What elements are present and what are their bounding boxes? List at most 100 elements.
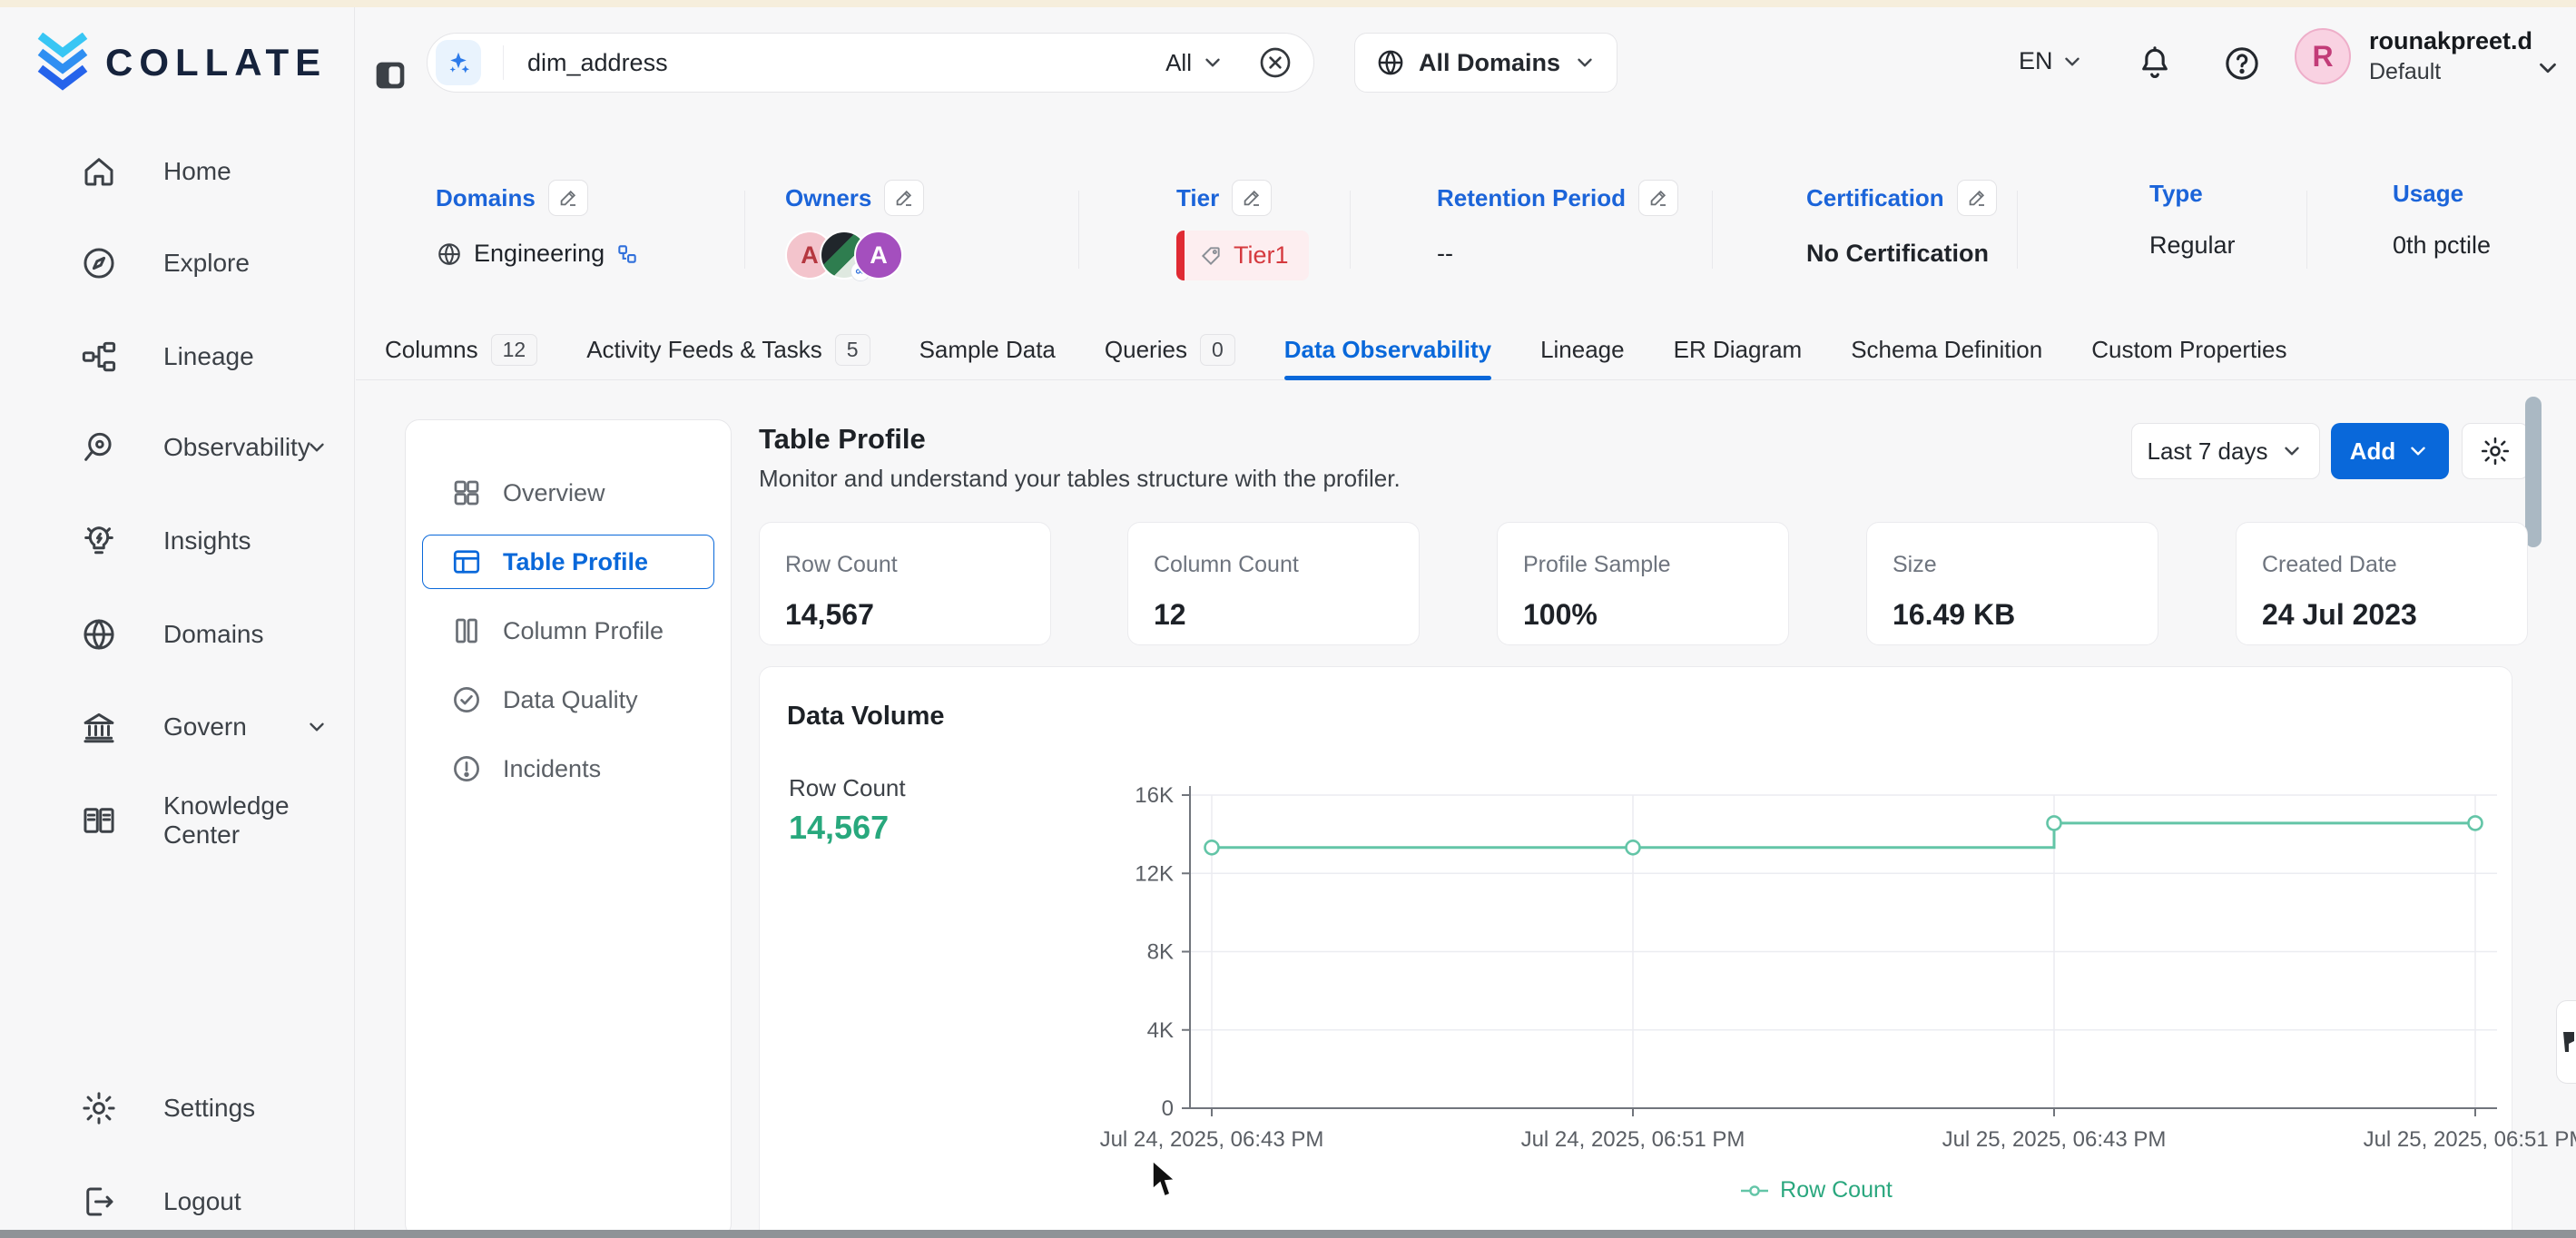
user-menu[interactable]: R rounakpreet.d Default	[2295, 27, 2532, 85]
time-range-value: Last 7 days	[2148, 437, 2268, 466]
profiler-subnav: Overview Table Profile Column Profile Da…	[405, 419, 732, 1238]
subnav-item-column-profile[interactable]: Column Profile	[422, 604, 714, 658]
compass-icon	[80, 244, 118, 282]
stat-size: Size16.49 KB	[1866, 522, 2158, 645]
sidebar-item-settings[interactable]: Settings	[0, 1082, 354, 1135]
edit-domains-button[interactable]	[548, 180, 588, 216]
time-range-dropdown[interactable]: Last 7 days	[2131, 423, 2320, 479]
meta-label[interactable]: Certification	[1806, 184, 1944, 212]
meta-label[interactable]: Tier	[1176, 184, 1219, 212]
subnav-item-overview[interactable]: Overview	[422, 466, 714, 520]
sidebar-item-domains[interactable]: Domains	[0, 608, 354, 661]
brand-wordmark: COLLATE	[105, 41, 327, 84]
page-title: Table Profile	[759, 423, 926, 456]
book-icon	[80, 801, 118, 840]
svg-text:0: 0	[1162, 1096, 1174, 1121]
sidebar-item-explore[interactable]: Explore	[0, 237, 354, 290]
sidebar-label: Explore	[163, 249, 250, 278]
sidebar-item-insights[interactable]: Insights	[0, 515, 354, 567]
subnav-label: Incidents	[503, 755, 601, 783]
legend-label: Row Count	[1780, 1177, 1893, 1204]
sidebar-label: Home	[163, 157, 231, 186]
stat-row-count: Row Count14,567	[759, 522, 1051, 645]
logout-icon	[80, 1183, 118, 1221]
help-icon[interactable]	[2222, 44, 2262, 84]
ai-sparkle-icon	[436, 40, 481, 85]
window-top-edge	[0, 0, 2576, 7]
divider	[1078, 191, 1079, 269]
observability-icon	[80, 428, 118, 467]
avatar: R	[2295, 28, 2351, 84]
search-input[interactable]: dim_address	[503, 45, 1165, 80]
data-volume-card: Data Volume Row Count 14,567 04K8K12K16K…	[759, 666, 2512, 1238]
tab-lineage[interactable]: Lineage	[1540, 319, 1625, 379]
edit-tier-button[interactable]	[1232, 180, 1272, 216]
search-clear-icon[interactable]	[1257, 44, 1293, 81]
meta-label[interactable]: Owners	[785, 184, 871, 212]
insights-icon	[80, 522, 118, 560]
meta-label[interactable]: Retention Period	[1437, 184, 1626, 212]
globe-icon	[80, 615, 118, 653]
tab-columns[interactable]: Columns12	[385, 319, 537, 379]
notifications-bell-icon[interactable]	[2135, 44, 2175, 84]
meta-type: Type Regular	[2149, 180, 2236, 260]
chart-title: Data Volume	[787, 702, 945, 732]
divider	[2306, 191, 2307, 269]
collate-logo[interactable]: COLLATE	[34, 33, 327, 93]
svg-text:Jul 24, 2025, 06:43 PM: Jul 24, 2025, 06:43 PM	[1100, 1127, 1324, 1152]
table-icon	[450, 545, 483, 578]
svg-text:16K: 16K	[1135, 783, 1174, 808]
search-scope-dropdown[interactable]: All	[1165, 49, 1224, 77]
gear-icon	[80, 1089, 118, 1127]
tier-badge[interactable]: Tier1	[1176, 231, 1309, 280]
meta-label: Type	[2149, 180, 2203, 208]
tab-custom-properties[interactable]: Custom Properties	[2091, 319, 2286, 379]
tab-sample-data[interactable]: Sample Data	[919, 319, 1056, 379]
edit-certification-button[interactable]	[1957, 180, 1997, 216]
domain-value[interactable]: Engineering	[474, 240, 605, 268]
sidebar-item-logout[interactable]: Logout	[0, 1175, 354, 1228]
pencil-icon	[1966, 187, 1988, 209]
svg-text:12K: 12K	[1135, 861, 1174, 886]
chart-legend[interactable]: Row Count	[1108, 1177, 2524, 1204]
scrollbar[interactable]	[2525, 397, 2542, 547]
add-button[interactable]: Add	[2331, 423, 2449, 479]
tab-er-diagram[interactable]: ER Diagram	[1674, 319, 1803, 379]
pencil-icon	[1241, 187, 1263, 209]
language-dropdown[interactable]: EN	[2019, 47, 2084, 75]
meta-label[interactable]: Domains	[436, 184, 536, 212]
row-count-line-chart[interactable]: 04K8K12K16KJul 24, 2025, 06:43 PMJul 24,…	[1108, 754, 2524, 1172]
tab-data-observability[interactable]: Data Observability	[1284, 319, 1491, 379]
sidebar-item-knowledge-center[interactable]: Knowledge Center	[0, 794, 354, 847]
meta-usage: Usage 0th pctile	[2393, 180, 2491, 260]
user-name: rounakpreet.d	[2369, 27, 2532, 55]
retention-value: --	[1437, 240, 1453, 268]
collate-logo-icon	[34, 33, 91, 93]
tab-count-badge: 5	[835, 334, 870, 366]
sidebar-item-govern[interactable]: Govern	[0, 701, 354, 753]
divider	[1712, 191, 1713, 269]
tag-icon	[1199, 244, 1223, 268]
owner-avatars[interactable]: A A	[785, 231, 924, 280]
profiler-settings-button[interactable]	[2462, 423, 2529, 479]
floating-widget-cutoff[interactable]	[2556, 1000, 2576, 1084]
tab-schema-definition[interactable]: Schema Definition	[1851, 319, 2042, 379]
sidebar-item-lineage[interactable]: Lineage	[0, 330, 354, 383]
sidebar-collapse-button[interactable]	[369, 54, 411, 96]
sidebar-item-observability[interactable]: Observability	[0, 421, 354, 474]
tab-activity-feeds[interactable]: Activity Feeds & Tasks5	[586, 319, 870, 379]
svg-text:Jul 25, 2025, 06:51 PM: Jul 25, 2025, 06:51 PM	[2364, 1127, 2576, 1152]
chevron-down-icon[interactable]	[2534, 54, 2561, 82]
subnav-item-table-profile[interactable]: Table Profile	[422, 535, 714, 589]
subnav-item-data-quality[interactable]: Data Quality	[422, 673, 714, 727]
global-search-bar[interactable]: dim_address All	[427, 33, 1314, 93]
meta-certification: Certification No Certification	[1806, 180, 1997, 268]
app-window: COLLATE Home Explore Lineage Observabili…	[0, 0, 2576, 1238]
edit-owners-button[interactable]	[884, 180, 924, 216]
sidebar-item-home[interactable]: Home	[0, 145, 354, 198]
chevron-down-icon	[1201, 51, 1224, 74]
domains-filter-dropdown[interactable]: All Domains	[1354, 33, 1617, 93]
subnav-item-incidents[interactable]: Incidents	[422, 742, 714, 796]
tab-queries[interactable]: Queries0	[1105, 319, 1235, 379]
edit-retention-button[interactable]	[1638, 180, 1678, 216]
